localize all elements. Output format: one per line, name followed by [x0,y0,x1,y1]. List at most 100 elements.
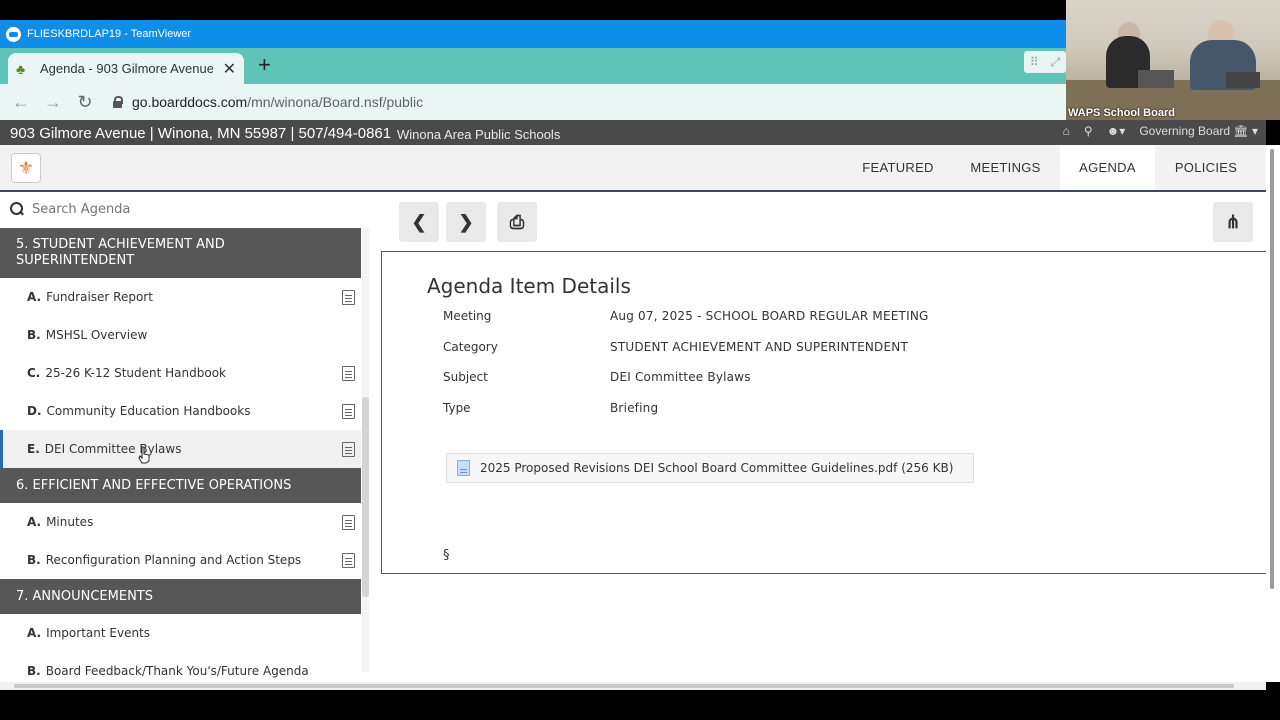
type-label: Type [443,401,471,415]
printer-icon: ⎙ [509,211,525,232]
attachment-link[interactable]: 2025 Proposed Revisions DEI School Board… [446,453,974,483]
search-icon [10,202,24,216]
page-scrollbar[interactable] [1266,145,1280,682]
item-letter: D. [27,404,42,418]
type-value: Briefing [610,401,659,415]
browser-tab[interactable]: ♣ Agenda - 903 Gilmore Avenue | V ✕ [8,53,244,84]
page-scroll-thumb[interactable] [1270,149,1274,589]
list-item[interactable]: B. Reconfiguration Planning and Action St… [0,541,361,579]
document-icon[interactable] [342,366,355,381]
address-bar: ← → ↻ go.boarddocs.com/mn/winona/Board.n… [0,84,1066,120]
list-item[interactable]: A. Important Events [0,614,361,652]
pdf-file-icon [457,460,470,476]
document-icon[interactable] [342,442,355,457]
document-icon[interactable] [342,290,355,305]
building-icon: 🏛 [1233,124,1249,138]
webcam-overlay: WAPS School Board [1066,0,1280,120]
tab-meetings[interactable]: MEETINGS [958,145,1053,190]
screen: FLIESKBRDLAP19 - TeamViewer ♣ Agenda - 9… [0,0,1280,720]
tab-agenda[interactable]: AGENDA [1060,145,1155,190]
laptop [1138,70,1174,88]
subject-value: DEI Committee Bylaws [610,370,751,384]
horizontal-scrollbar[interactable] [0,682,1266,690]
agenda-scroll-thumb[interactable] [362,397,369,597]
site-tools: ⌂ ⚲ ☻▾ Governing Board 🏛 ▾ [1063,124,1258,138]
item-label: Community Education Handbooks [46,404,251,418]
list-item[interactable]: D. Community Education Handbooks [0,392,361,430]
district-name: Winona Area Public Schools [397,127,561,142]
expand-icon[interactable]: ⤢ [1050,55,1060,70]
tab-title: Agenda - 903 Gilmore Avenue | V [40,61,213,76]
attachment-label: 2025 Proposed Revisions DEI School Board… [480,461,954,475]
chevron-left-icon: ❮ [411,211,427,232]
share-icon: ⋔ [1225,211,1241,232]
item-label: Reconfiguration Planning and Action Step… [45,553,302,567]
site-address: 903 Gilmore Avenue | Winona, MN 55987 | … [10,125,392,142]
category-value: STUDENT ACHIEVEMENT AND SUPERINTENDENT [610,340,908,354]
district-logo[interactable]: ⚜ [11,153,41,183]
document-icon[interactable] [342,553,355,568]
share-button[interactable]: ⋔ [1213,202,1253,242]
item-label: DEI Committee Bylaws [44,442,182,456]
agenda-search[interactable] [0,196,362,222]
list-item[interactable]: A. Minutes [0,503,361,541]
teamviewer-controls[interactable]: ⠿ ⤢ [1024,51,1066,73]
subject-label: Subject [443,370,488,384]
next-button[interactable]: ❯ [446,202,486,242]
section-header[interactable]: 6. EFFICIENT AND EFFECTIVE OPERATIONS [0,468,361,503]
screen-bottom [0,690,1280,720]
laptop [1226,72,1260,88]
home-icon[interactable]: ⌂ [1063,124,1070,138]
item-label: MSHSL Overview [45,328,148,342]
agenda-list: 5. STUDENT ACHIEVEMENT AND SUPERINTENDEN… [0,228,361,682]
list-item[interactable]: A. Fundraiser Report [0,278,361,316]
meeting-value: Aug 07, 2025 - SCHOOL BOARD REGULAR MEET… [610,309,929,323]
hand-cursor-icon [138,446,150,464]
teamviewer-title: FLIESKBRDLAP19 - TeamViewer [27,28,192,40]
forward-arrow-icon[interactable]: → [44,92,62,113]
tab-featured[interactable]: FEATURED [852,145,944,190]
document-icon[interactable] [342,404,355,419]
browser-tabstrip: ♣ Agenda - 903 Gilmore Avenue | V ✕ + [0,48,1066,84]
url-field[interactable]: go.boarddocs.com/mn/winona/Board.nsf/pub… [112,90,1062,114]
governing-board-link[interactable]: Governing Board 🏛 ▾ [1139,124,1258,138]
list-item[interactable]: B. Board Feedback/Thank You's/Future Agen… [0,652,361,682]
item-label: Fundraiser Report [46,290,153,304]
back-arrow-icon[interactable]: ← [12,92,30,113]
webcam-label: WAPS School Board [1068,107,1175,119]
item-letter: A. [27,290,42,304]
print-button[interactable]: ⎙ [497,202,537,242]
search-input[interactable] [32,201,332,217]
agenda-item-details: Agenda Item Details Meeting Aug 07, 2025… [381,251,1266,574]
url-path: /mn/winona/Board.nsf/public [247,94,424,110]
reload-icon[interactable]: ↻ [76,92,94,113]
item-letter: C. [27,366,41,380]
item-label: Minutes [46,515,94,529]
horizontal-scroll-thumb[interactable] [14,684,1234,688]
item-label: Board Feedback/Thank You's/Future Agenda [45,664,309,678]
lock-icon [112,96,123,108]
section-mark: § [443,548,450,563]
section-header[interactable]: 7. ANNOUNCEMENTS [0,579,361,614]
item-letter: B. [27,553,41,567]
item-letter: A. [27,515,42,529]
item-letter: B. [27,328,41,342]
teamviewer-titlebar: FLIESKBRDLAP19 - TeamViewer [0,20,1066,48]
list-item[interactable]: B. MSHSL Overview [0,316,361,354]
new-tab-icon[interactable]: + [258,54,271,76]
previous-button[interactable]: ❮ [399,202,439,242]
list-item[interactable]: C. 25-26 K-12 Student Handbook [0,354,361,392]
search-icon[interactable]: ⚲ [1084,124,1093,138]
site-topbar: 903 Gilmore Avenue | Winona, MN 55987 | … [0,120,1266,145]
user-menu-icon[interactable]: ☻▾ [1107,124,1126,138]
section-header[interactable]: 5. STUDENT ACHIEVEMENT AND SUPERINTENDEN… [0,228,361,278]
item-letter: A. [27,626,42,640]
list-item-selected[interactable]: E. DEI Committee Bylaws [0,430,361,468]
meeting-label: Meeting [443,309,492,323]
close-icon[interactable]: ✕ [223,59,236,79]
teamviewer-icon [6,26,21,42]
document-icon[interactable] [342,515,355,530]
tab-policies[interactable]: POLICIES [1162,145,1250,190]
dock-icon[interactable]: ⠿ [1030,55,1039,69]
governing-board-label: Governing Board [1139,124,1231,138]
